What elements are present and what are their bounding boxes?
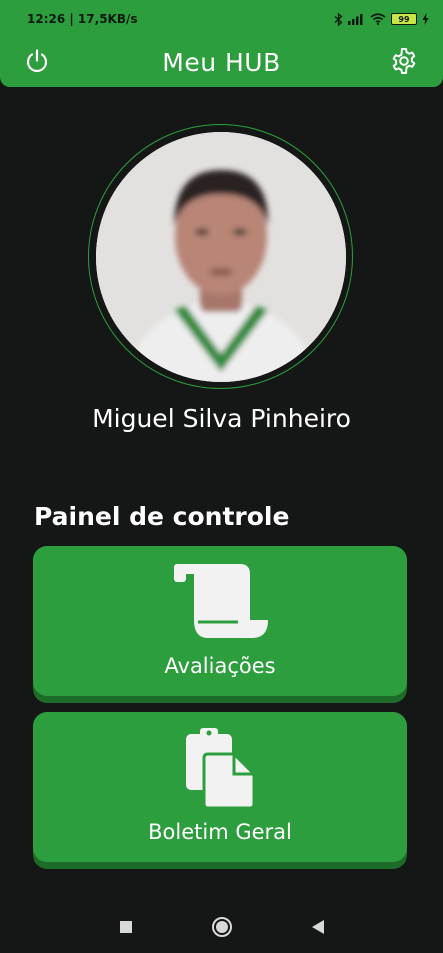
back-button[interactable] bbox=[305, 914, 331, 940]
wifi-icon bbox=[370, 13, 386, 25]
evaluations-card[interactable]: Avaliações bbox=[33, 546, 407, 696]
clipboard-copy-icon bbox=[180, 726, 260, 808]
status-time-speed: 12:26 | 17,5KB/s bbox=[27, 12, 138, 26]
status-icons: 99 bbox=[334, 12, 429, 26]
gear-icon bbox=[392, 48, 416, 74]
profile-photo bbox=[95, 131, 346, 382]
back-triangle-icon bbox=[311, 919, 324, 934]
student-name: Miguel Silva Pinheiro bbox=[92, 404, 351, 433]
power-icon bbox=[26, 49, 48, 73]
square-icon bbox=[119, 920, 132, 933]
bluetooth-icon bbox=[334, 12, 343, 26]
section-title: Painel de controle bbox=[34, 502, 290, 531]
recents-button[interactable] bbox=[113, 914, 139, 940]
home-button[interactable] bbox=[209, 914, 235, 940]
signal-icon bbox=[348, 14, 363, 25]
avatar[interactable] bbox=[95, 131, 346, 382]
settings-button[interactable] bbox=[389, 46, 419, 76]
battery-icon: 99 bbox=[391, 13, 417, 25]
power-button[interactable] bbox=[22, 46, 52, 76]
app-header: Meu HUB bbox=[0, 38, 443, 87]
report-card[interactable]: Boletim Geral bbox=[33, 712, 407, 862]
circle-icon bbox=[211, 916, 232, 937]
system-nav-bar bbox=[0, 900, 443, 953]
avatar-ring bbox=[88, 124, 353, 389]
scroll-icon bbox=[168, 560, 272, 642]
evaluations-label: Avaliações bbox=[164, 654, 276, 678]
report-label: Boletim Geral bbox=[148, 820, 292, 844]
charging-icon bbox=[422, 13, 429, 25]
battery-level: 99 bbox=[398, 14, 410, 24]
page-title: Meu HUB bbox=[162, 48, 281, 77]
status-bar: 12:26 | 17,5KB/s 99 bbox=[0, 0, 443, 38]
